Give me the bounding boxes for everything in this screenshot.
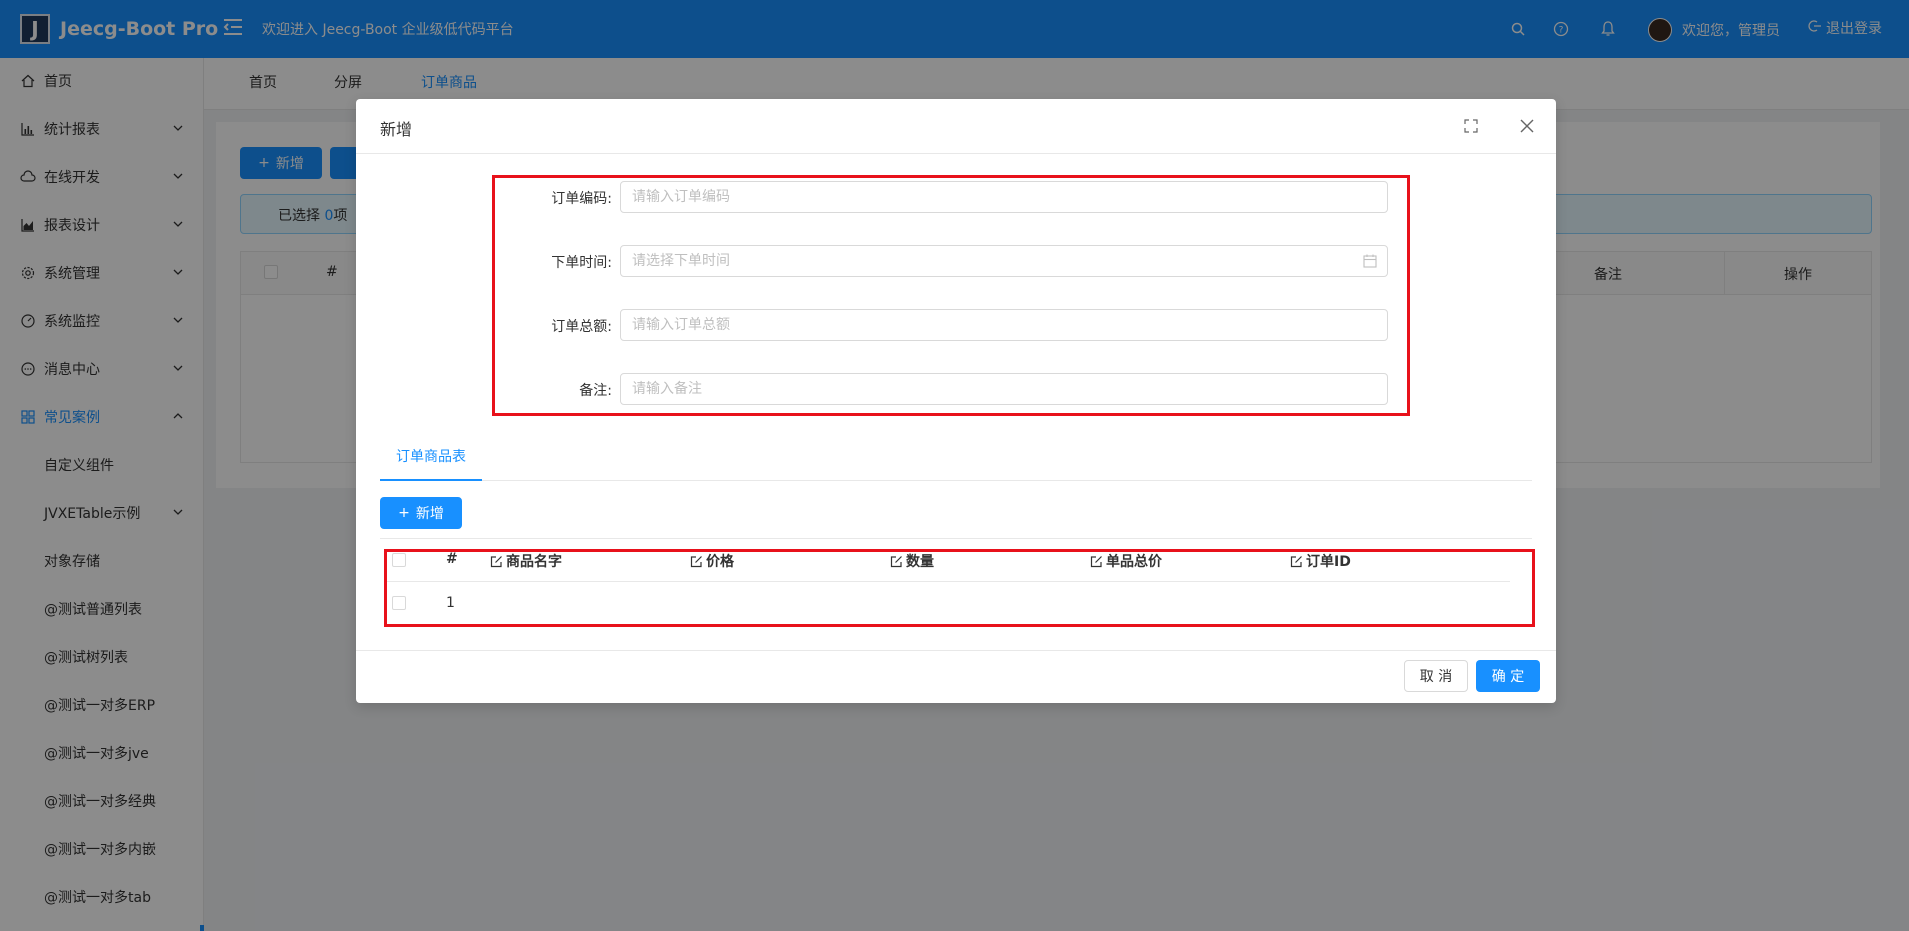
modal-title: 新增 <box>380 120 413 139</box>
sub-table-border <box>380 538 1532 539</box>
fullscreen-icon[interactable] <box>1462 117 1480 135</box>
modal-header: 新增 <box>356 99 1556 154</box>
tab-order-goods-table[interactable]: 订单商品表 <box>380 433 482 481</box>
highlight-box-form <box>492 175 1410 416</box>
modal-footer <box>356 650 1556 703</box>
add-modal: 新增 订单编码: 下单时间: 订单总额: 备注: 订单商品表 + 新增 # 商品… <box>356 99 1556 703</box>
close-icon[interactable] <box>1518 117 1536 135</box>
highlight-box-table <box>384 549 1535 627</box>
sub-tabs: 订单商品表 <box>380 433 1532 481</box>
sub-add-button-label: 新增 <box>415 506 444 522</box>
plus-icon: + <box>398 505 410 521</box>
cancel-button[interactable]: 取 消 <box>1404 660 1468 692</box>
ok-button[interactable]: 确 定 <box>1476 660 1540 692</box>
sub-add-button[interactable]: + 新增 <box>380 497 462 529</box>
